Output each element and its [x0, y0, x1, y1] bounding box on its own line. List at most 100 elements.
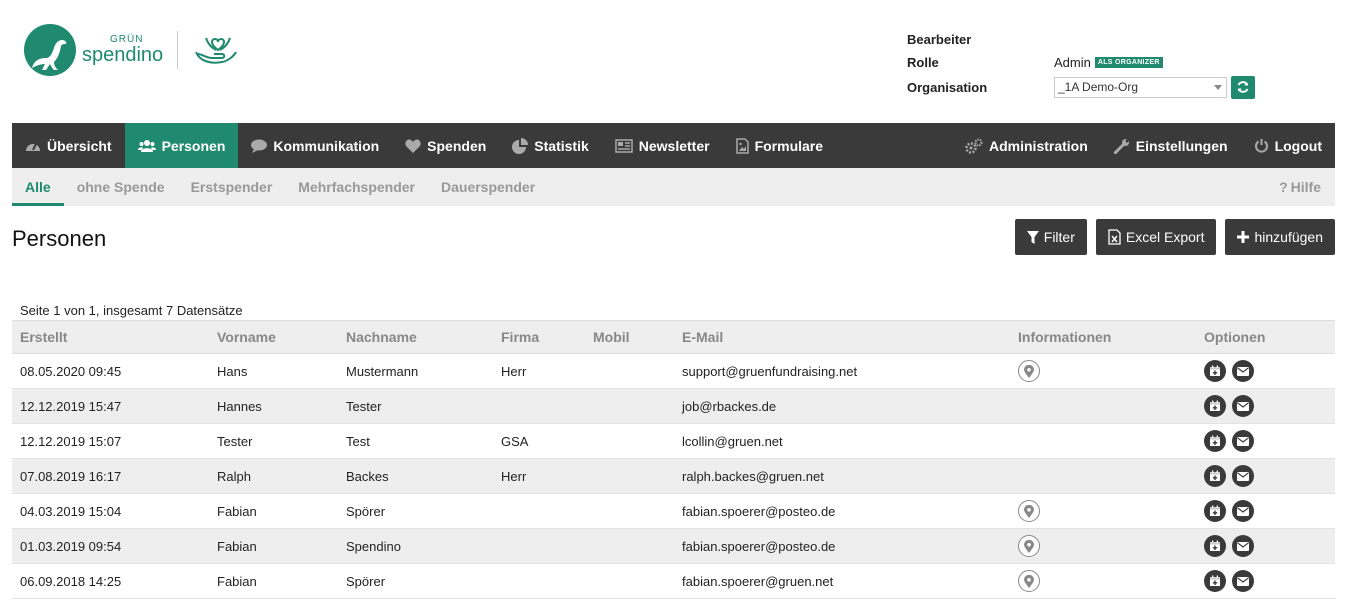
nav-item-newsletter[interactable]: Newsletter	[602, 123, 723, 168]
sub-nav: Alle ohne Spende Erstspender Mehrfachspe…	[12, 168, 1335, 206]
organisation-select[interactable]: _1A Demo-Org	[1054, 76, 1227, 98]
mail-icon[interactable]	[1232, 535, 1254, 557]
nav-item-logout[interactable]: Logout	[1241, 123, 1335, 168]
calendar-add-icon[interactable]	[1204, 395, 1226, 417]
nav-item-formulare[interactable]: Formulare	[723, 123, 836, 168]
cell-optionen	[1204, 395, 1335, 417]
column-header-firma[interactable]: Firma	[501, 329, 593, 345]
table-row[interactable]: 04.03.2019 15:04 Fabian Spörer fabian.spoer…	[12, 494, 1335, 529]
table-row[interactable]: 12.12.2019 15:47 Hannes Tester job@rbackes.…	[12, 389, 1335, 424]
add-person-button[interactable]: hinzufügen	[1225, 219, 1335, 255]
cell-optionen	[1204, 570, 1335, 592]
mail-icon[interactable]	[1232, 500, 1254, 522]
mail-icon[interactable]	[1232, 465, 1254, 487]
mail-icon[interactable]	[1232, 430, 1254, 452]
nav-item-statistik[interactable]: Statistik	[499, 123, 601, 168]
filter-button[interactable]: Filter	[1014, 219, 1087, 255]
excel-file-icon	[1108, 229, 1121, 245]
cell-vorname: Fabian	[217, 573, 257, 589]
nav-item-administration[interactable]: Administration	[952, 123, 1101, 168]
nav-item-einstellungen[interactable]: Einstellungen	[1101, 123, 1241, 168]
cell-optionen	[1204, 465, 1335, 487]
calendar-add-icon[interactable]	[1204, 465, 1226, 487]
location-pin-icon[interactable]	[1018, 570, 1040, 592]
cell-erstellt: 12.12.2019 15:47	[20, 398, 122, 414]
nav-item-spenden[interactable]: Spenden	[392, 123, 499, 168]
cell-email: fabian.spoerer@gruen.net	[682, 573, 834, 589]
cell-vorname: Fabian	[217, 503, 257, 519]
rolle-value: Admin ALS ORGANIZER	[1054, 55, 1163, 70]
logo[interactable]: GRÜN spendino	[24, 24, 240, 76]
image-file-icon	[735, 137, 749, 154]
user-meta: Bearbeiter Rolle Admin ALS ORGANIZER Org…	[907, 28, 1255, 100]
nav-item-uebersicht[interactable]: Übersicht	[12, 123, 125, 168]
table-row[interactable]: 08.05.2020 09:45 Hans Mustermann Herr suppor…	[12, 354, 1335, 389]
nav-item-personen[interactable]: Personen	[124, 123, 239, 168]
calendar-add-icon[interactable]	[1204, 500, 1226, 522]
table-row[interactable]: 12.12.2019 15:07 Tester Test GSA lcollin@gru…	[12, 424, 1335, 459]
meta-row-bearbeiter: Bearbeiter	[907, 28, 1255, 51]
location-pin-icon[interactable]	[1018, 360, 1040, 382]
help-link[interactable]: ? Hilfe	[1279, 168, 1335, 206]
pie-chart-icon	[512, 137, 529, 154]
nav-label: Übersicht	[47, 137, 112, 154]
tab-alle[interactable]: Alle	[12, 168, 64, 206]
heart-icon	[405, 138, 421, 153]
excel-export-button[interactable]: Excel Export	[1095, 219, 1217, 255]
calendar-add-icon[interactable]	[1204, 535, 1226, 557]
mail-icon[interactable]	[1232, 570, 1254, 592]
refresh-button[interactable]	[1231, 75, 1255, 99]
filter-label: Filter	[1043, 229, 1075, 245]
column-header-nachname[interactable]: Nachname	[346, 329, 501, 345]
table-row[interactable]: 07.08.2019 16:17 Ralph Backes Herr ralph.bac…	[12, 459, 1335, 494]
pagination-info: Seite 1 von 1, insgesamt 7 Datensätze	[20, 303, 243, 318]
nav-label: Einstellungen	[1135, 137, 1228, 154]
cogs-icon	[965, 138, 983, 154]
chevron-down-icon	[1214, 84, 1222, 90]
cell-email: fabian.spoerer@posteo.de	[682, 503, 836, 519]
cell-optionen	[1204, 535, 1335, 557]
cell-firma: Herr	[501, 363, 527, 379]
tab-mehrfachspender[interactable]: Mehrfachspender	[285, 168, 428, 206]
calendar-add-icon[interactable]	[1204, 570, 1226, 592]
calendar-add-icon[interactable]	[1204, 430, 1226, 452]
wrench-icon	[1113, 138, 1130, 154]
dashboard-icon	[25, 139, 41, 153]
cell-firma: Herr	[501, 468, 527, 484]
tab-dauerspender[interactable]: Dauerspender	[428, 168, 548, 206]
cell-email: lcollin@gruen.net	[682, 433, 783, 449]
location-pin-icon[interactable]	[1018, 500, 1040, 522]
tab-erstspender[interactable]: Erstspender	[178, 168, 286, 206]
cell-nachname: Spörer	[346, 573, 386, 589]
mail-icon[interactable]	[1232, 360, 1254, 382]
column-header-email[interactable]: E-Mail	[682, 329, 1018, 345]
cell-erstellt: 06.09.2018 14:25	[20, 573, 122, 589]
cell-informationen	[1018, 500, 1204, 522]
calendar-add-icon[interactable]	[1204, 360, 1226, 382]
logo-main-text: spendino	[82, 44, 164, 66]
cell-vorname: Tester	[217, 433, 253, 449]
header: GRÜN spendino Bearbeiter Rolle Admin ALS…	[0, 0, 1345, 123]
cell-vorname: Hans	[217, 363, 248, 379]
filter-icon	[1026, 230, 1039, 244]
nav-item-kommunikation[interactable]: Kommunikation	[238, 123, 392, 168]
logo-text: GRÜN spendino	[82, 35, 164, 66]
table-row[interactable]: 06.09.2018 14:25 Fabian Spörer fabian.spoer…	[12, 564, 1335, 599]
column-header-erstellt[interactable]: Erstellt	[12, 329, 217, 345]
table-row[interactable]: 01.03.2019 09:54 Fabian Spendino fabian.spo…	[12, 529, 1335, 564]
column-header-vorname[interactable]: Vorname	[217, 329, 346, 345]
cell-email: job@rbackes.de	[682, 398, 777, 414]
newspaper-icon	[615, 138, 633, 153]
column-header-mobil[interactable]: Mobil	[593, 329, 682, 345]
cell-optionen	[1204, 360, 1335, 382]
cell-email: support@gruenfundraising.net	[682, 363, 858, 379]
cell-vorname: Hannes	[217, 398, 262, 414]
add-person-label: hinzufügen	[1254, 229, 1323, 245]
location-pin-icon[interactable]	[1018, 535, 1040, 557]
table-body: 08.05.2020 09:45 Hans Mustermann Herr suppor…	[12, 354, 1335, 599]
mail-icon[interactable]	[1232, 395, 1254, 417]
cell-informationen	[1018, 360, 1204, 382]
nav-label: Administration	[989, 137, 1088, 154]
tab-ohne-spende[interactable]: ohne Spende	[64, 168, 178, 206]
logo-divider	[177, 31, 179, 69]
